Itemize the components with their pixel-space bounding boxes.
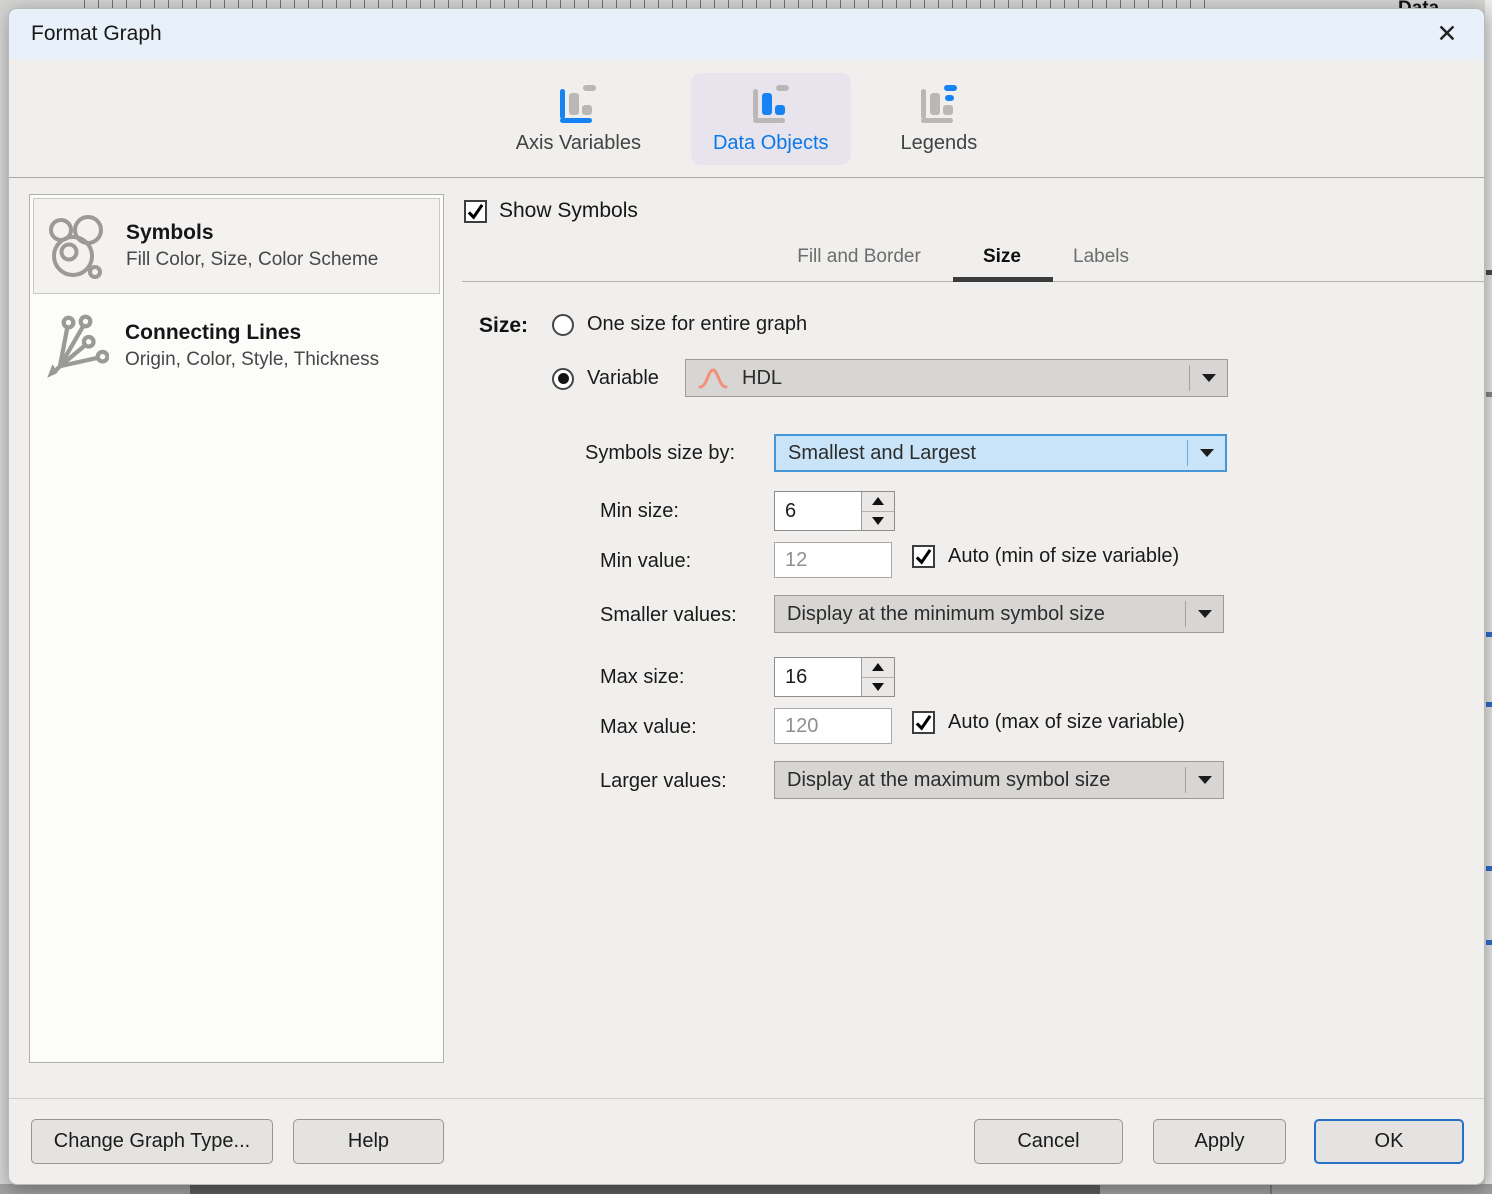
apply-button[interactable]: Apply	[1153, 1119, 1286, 1164]
min-size-spinner	[774, 491, 895, 531]
chevron-down-icon[interactable]	[1186, 762, 1223, 798]
tab-data-objects[interactable]: Data Objects	[691, 73, 851, 165]
tab-axis-variables[interactable]: Axis Variables	[494, 73, 663, 165]
checkmark-icon	[914, 547, 933, 566]
show-symbols-row: Show Symbols	[464, 199, 638, 223]
smaller-values-value: Display at the minimum symbol size	[775, 603, 1185, 626]
background-fragment	[1486, 866, 1492, 871]
min-value-label: Min value:	[600, 550, 691, 573]
top-tab-bar: Axis Variables Data Objects Legends	[9, 59, 1484, 177]
subtab-size[interactable]: Size	[983, 246, 1021, 268]
sidebar-item-title: Symbols	[126, 221, 378, 245]
max-size-input[interactable]	[775, 658, 861, 696]
max-auto-label: Auto (max of size variable)	[948, 711, 1185, 734]
sidebar-item-subtitle: Fill Color, Size, Color Scheme	[126, 249, 378, 271]
variable-radio-row: Variable	[552, 367, 659, 390]
one-size-radio-label: One size for entire graph	[587, 313, 807, 336]
scrollbar-thumb[interactable]	[190, 1184, 1100, 1194]
min-auto-checkbox[interactable]	[912, 545, 935, 568]
sidebar-item-title: Connecting Lines	[125, 321, 379, 345]
background-fragment	[1486, 940, 1492, 945]
tab-label: Legends	[901, 132, 978, 155]
smaller-values-label: Smaller values:	[600, 604, 737, 627]
min-value-input[interactable]	[774, 542, 892, 578]
background-fragment	[1486, 392, 1492, 397]
larger-values-dropdown[interactable]: Display at the maximum symbol size	[774, 761, 1224, 799]
header-divider	[9, 177, 1484, 178]
sidebar-panel: Symbols Fill Color, Size, Color Scheme	[29, 194, 444, 1063]
variable-radio[interactable]	[552, 368, 574, 390]
ok-button[interactable]: OK	[1314, 1119, 1464, 1164]
distribution-curve-icon	[698, 366, 728, 390]
symbols-size-by-value: Smallest and Largest	[776, 442, 1187, 465]
symbols-size-by-dropdown[interactable]: Smallest and Largest	[774, 434, 1227, 472]
tab-label: Data Objects	[713, 132, 829, 155]
background-right-strip	[1485, 0, 1492, 1194]
dialog-titlebar[interactable]: Format Graph ✕	[9, 9, 1484, 59]
variable-dropdown[interactable]: HDL	[685, 359, 1228, 397]
bubbles-icon	[46, 213, 110, 279]
show-symbols-label: Show Symbols	[499, 199, 638, 223]
spinner-up-icon[interactable]	[862, 658, 894, 678]
checkmark-icon	[914, 713, 933, 732]
max-size-label: Max size:	[600, 666, 684, 689]
one-size-radio-row: One size for entire graph	[552, 313, 807, 336]
max-auto-checkbox[interactable]	[912, 711, 935, 734]
max-value-label: Max value:	[600, 716, 697, 739]
subtab-fill-and-border[interactable]: Fill and Border	[797, 246, 921, 268]
tab-label: Axis Variables	[516, 132, 641, 155]
one-size-radio[interactable]	[552, 314, 574, 336]
tab-legends[interactable]: Legends	[879, 73, 1000, 165]
scrollbar-divider	[1270, 1184, 1272, 1194]
max-value-input[interactable]	[774, 708, 892, 744]
checkmark-icon	[466, 202, 485, 221]
size-section-label: Size:	[479, 314, 528, 338]
legends-chart-icon	[921, 85, 957, 123]
help-button[interactable]: Help	[293, 1119, 444, 1164]
max-size-spinner	[774, 657, 895, 697]
format-graph-dialog: Format Graph ✕ Axis Variables Data Objec…	[8, 8, 1485, 1185]
footer-divider	[9, 1098, 1484, 1099]
chevron-down-icon[interactable]	[1188, 436, 1225, 470]
larger-values-value: Display at the maximum symbol size	[775, 769, 1185, 792]
min-auto-label: Auto (min of size variable)	[948, 545, 1179, 568]
max-auto-row: Auto (max of size variable)	[912, 711, 1185, 734]
subtab-active-underline	[953, 277, 1053, 282]
spinner-down-icon[interactable]	[862, 678, 894, 697]
background-scrollbar[interactable]	[0, 1184, 1492, 1194]
smaller-values-dropdown[interactable]: Display at the minimum symbol size	[774, 595, 1224, 633]
larger-values-label: Larger values:	[600, 770, 727, 793]
close-icon[interactable]: ✕	[1430, 17, 1464, 51]
symbols-size-by-label: Symbols size by:	[585, 442, 735, 465]
spinner-up-icon[interactable]	[862, 492, 894, 512]
chevron-down-icon[interactable]	[1186, 596, 1223, 632]
subtab-labels[interactable]: Labels	[1073, 246, 1129, 268]
background-fragment	[1486, 632, 1492, 637]
spinner-buttons	[861, 658, 894, 696]
sidebar-item-connecting-lines[interactable]: Connecting Lines Origin, Color, Style, T…	[33, 298, 440, 394]
show-symbols-checkbox[interactable]	[464, 200, 487, 223]
background-fragment	[1486, 702, 1492, 707]
background-fragment	[1486, 270, 1492, 275]
variable-radio-label: Variable	[587, 367, 659, 390]
dialog-title: Format Graph	[31, 22, 162, 46]
spinner-buttons	[861, 492, 894, 530]
variable-dropdown-value: HDL	[728, 367, 1189, 390]
sidebar-item-symbols[interactable]: Symbols Fill Color, Size, Color Scheme	[33, 198, 440, 294]
cancel-button[interactable]: Cancel	[974, 1119, 1123, 1164]
change-graph-type-button[interactable]: Change Graph Type...	[31, 1119, 273, 1164]
screen: Data Format Graph ✕ Axis Variables	[0, 0, 1492, 1194]
axis-variables-chart-icon	[560, 85, 596, 123]
connecting-lines-icon	[45, 313, 109, 379]
min-size-label: Min size:	[600, 500, 679, 523]
chevron-down-icon[interactable]	[1190, 360, 1227, 396]
sidebar-item-subtitle: Origin, Color, Style, Thickness	[125, 349, 379, 371]
min-size-input[interactable]	[775, 492, 861, 530]
data-objects-chart-icon	[753, 85, 789, 123]
min-auto-row: Auto (min of size variable)	[912, 545, 1179, 568]
spinner-down-icon[interactable]	[862, 512, 894, 531]
